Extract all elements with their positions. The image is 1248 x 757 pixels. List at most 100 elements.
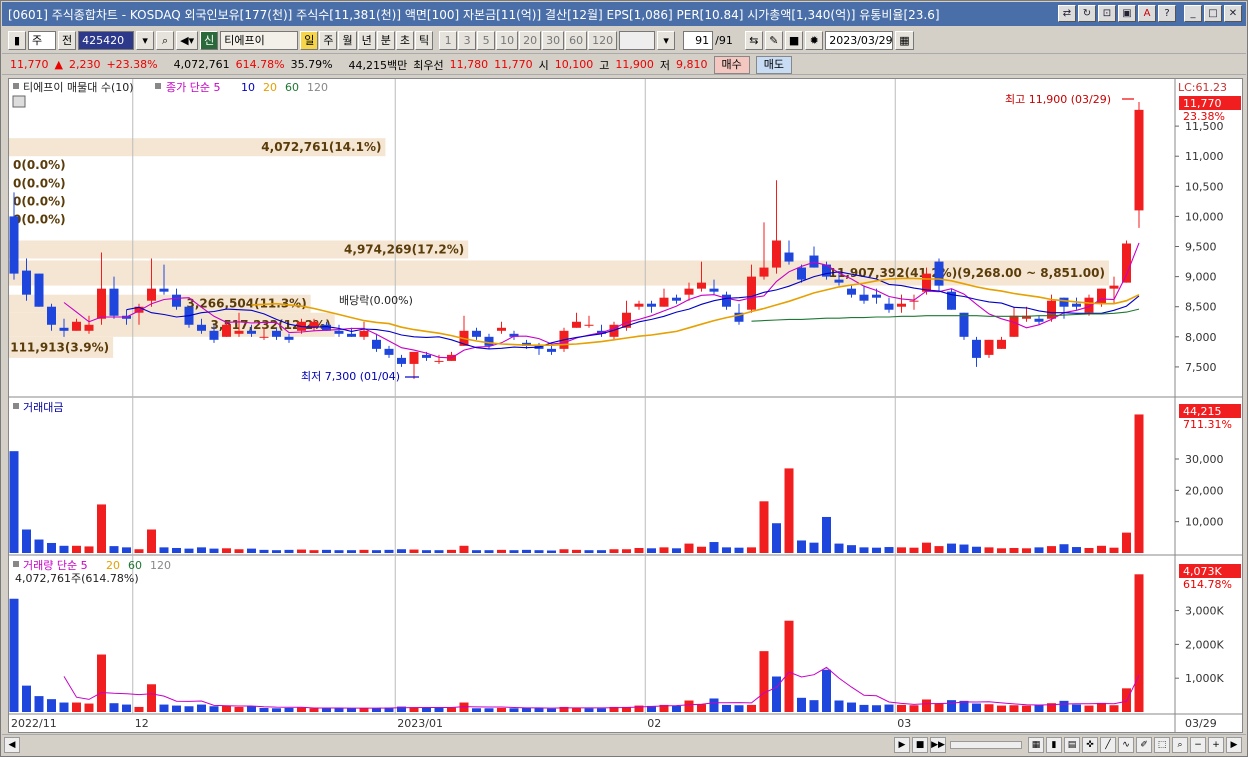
zoom-icon[interactable]: ⌕ [1172,736,1188,753]
volume-profile-label: 0(0.0%) [13,212,66,226]
period-button[interactable]: 년 [357,31,376,50]
interval-button[interactable]: 3 [458,31,477,50]
tool-icon[interactable]: ✎ [764,31,783,50]
candle-body [497,327,506,331]
search-icon[interactable]: ⌕ [156,31,175,50]
interval-button[interactable]: 10 [496,31,519,50]
bar [1009,705,1019,712]
bar [472,708,481,712]
bar [222,705,231,712]
interval-dropdown-icon[interactable]: ▾ [657,31,676,50]
bar [734,705,744,712]
period-button[interactable]: 주 [319,31,338,50]
stop-icon[interactable]: ■ [912,736,928,753]
bar [472,550,481,553]
select-icon[interactable]: ⬚ [1154,736,1170,753]
fast-forward-icon[interactable]: ▶▶ [930,736,946,753]
chart-area[interactable]: 4,072,761(14.1%) 0(0.0%) 0(0.0%) 0(0.0%) 0(0… [8,78,1243,733]
mode-select[interactable]: 주 [28,31,56,50]
bar [672,705,681,712]
bar [159,704,169,712]
bar [297,549,306,553]
save-icon[interactable]: ▣ [1118,5,1136,22]
stock-name-field[interactable]: 티에프이 [220,31,299,50]
custom-interval-input[interactable] [619,31,656,50]
link-icon[interactable]: ⇄ [1058,5,1076,22]
amount-legend: 거래대금 [23,401,63,414]
bar [272,550,281,553]
interval-button[interactable]: 20 [519,31,542,50]
period-button[interactable]: 초 [395,31,414,50]
bar [59,545,69,553]
period-button[interactable]: 월 [338,31,357,50]
compare-icon[interactable]: ⇆ [744,31,763,50]
wave-icon[interactable]: ∿ [1118,736,1134,753]
volume-ma-legend: 60 [128,559,142,572]
zoom-out-icon[interactable]: − [1190,736,1206,753]
bar [497,549,506,553]
date-input[interactable]: 2023/03/29 [825,31,894,50]
price-tag: 11,770 [1183,97,1222,110]
interval-button[interactable]: 60 [565,31,588,50]
brush-icon[interactable]: ✐ [1136,736,1152,753]
bar [772,523,781,553]
bar [22,685,31,712]
bar [784,620,794,712]
bar [884,547,894,553]
legend-marker [155,83,161,89]
bar [972,546,981,553]
zoom-in-icon[interactable]: + [1208,736,1224,753]
candle-body [422,354,431,358]
close-button[interactable]: ✕ [1224,5,1242,22]
period-button[interactable]: 틱 [414,31,434,50]
layout-icon[interactable]: ▤ [1064,736,1080,753]
bar-icon[interactable]: ▮ [1046,736,1062,753]
interval-button[interactable]: 120 [588,31,618,50]
scroll-left-icon[interactable]: ◀ [4,736,20,753]
bar [809,542,819,553]
stock-code-input[interactable]: 425420 [78,31,135,50]
bar [1059,544,1069,553]
interval-button[interactable]: 1 [439,31,458,50]
disk-icon[interactable]: ■ [784,31,804,50]
dropdown-icon[interactable]: ▾ [136,31,155,50]
period-button[interactable]: 일 [300,31,319,50]
candle-body [109,288,119,316]
bar [584,708,594,712]
bookmark-icon[interactable]: ▮ [8,31,26,50]
prefix-button[interactable]: 전 [58,31,77,50]
calendar-icon[interactable]: ▦ [895,31,914,50]
help-icon[interactable]: ? [1158,5,1176,22]
sound-icon[interactable]: ◀▾ [176,31,199,50]
cross-icon[interactable]: ✜ [1082,736,1098,753]
trade-amount: 44,215백만 [348,58,408,72]
grid-icon[interactable]: ▦ [1028,736,1044,753]
stock-chart[interactable]: 4,072,761(14.1%) 0(0.0%) 0(0.0%) 0(0.0%) 0(0… [9,79,1242,732]
period-button[interactable]: 분 [376,31,395,50]
bar [822,516,831,553]
sell-button[interactable]: 매도 [755,55,793,74]
line-icon[interactable]: ╱ [1100,736,1116,753]
volume-ma-line [63,666,1140,709]
volume-profile-label: 0(0.0%) [13,194,66,208]
date-label: 2023/01 [397,717,443,730]
refresh-icon[interactable]: ↻ [1078,5,1096,22]
maximize-button[interactable]: □ [1204,5,1222,22]
ma5-legend: 종가 단순 5 [166,81,220,94]
buy-button[interactable]: 매수 [713,55,750,74]
pin-icon[interactable]: ⊡ [1098,5,1116,22]
count-input[interactable]: 91 [683,31,714,50]
candle-body [209,330,219,340]
interval-button[interactable]: 30 [542,31,565,50]
play-icon[interactable]: ▶ [894,736,910,753]
volume-ma-legend: 120 [150,559,171,572]
price-tag-pct: 23.38% [1183,110,1225,123]
zoom-slider[interactable] [950,740,1022,749]
scroll-right-icon[interactable]: ▶ [1226,736,1242,753]
minimize-button[interactable]: _ [1184,5,1202,22]
font-icon[interactable]: A [1138,5,1156,22]
interval-button[interactable]: 5 [477,31,496,50]
bar [109,546,119,553]
settings-icon[interactable]: ✹ [805,31,824,50]
bar [797,540,806,553]
